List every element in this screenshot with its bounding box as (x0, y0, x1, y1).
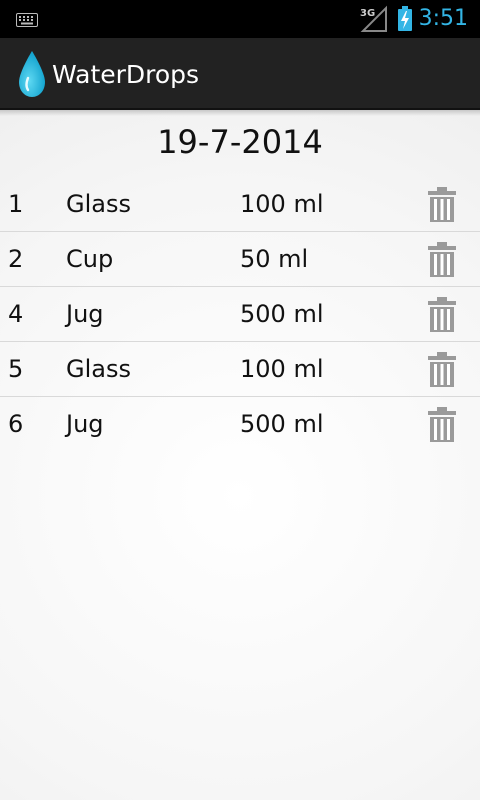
entry-id: 5 (8, 355, 24, 383)
entry-volume: 500 ml (240, 300, 324, 328)
entry-volume: 100 ml (240, 355, 324, 383)
entry-volume: 100 ml (240, 190, 324, 218)
list-item: 1 Glass 100 ml (0, 177, 480, 232)
trash-icon[interactable] (428, 187, 456, 227)
water-drop-icon[interactable] (17, 50, 47, 102)
trash-icon[interactable] (428, 242, 456, 282)
entry-vessel: Jug (66, 300, 104, 328)
trash-icon[interactable] (428, 297, 456, 337)
entry-vessel: Jug (66, 410, 104, 438)
entry-vessel: Cup (66, 245, 114, 273)
list-item: 2 Cup 50 ml (0, 232, 480, 287)
trash-icon[interactable] (428, 352, 456, 392)
keyboard-icon (16, 12, 38, 31)
entry-id: 4 (8, 300, 24, 328)
entry-id: 6 (8, 410, 24, 438)
entry-volume: 500 ml (240, 410, 324, 438)
battery-charging-icon (397, 6, 413, 36)
status-bar: 3G 3:51 (0, 0, 480, 38)
app-title: WaterDrops (52, 60, 200, 89)
clock: 3:51 (418, 6, 468, 31)
entry-vessel: Glass (66, 355, 131, 383)
entry-vessel: Glass (66, 190, 131, 218)
entry-id: 1 (8, 190, 24, 218)
network-type: 3G (360, 8, 375, 19)
signal-icon: 3G (360, 5, 388, 37)
drink-list: 1 Glass 100 ml 2 Cup 50 ml 4 Jug 500 ml … (0, 177, 480, 452)
entry-id: 2 (8, 245, 24, 273)
list-item: 4 Jug 500 ml (0, 287, 480, 342)
list-item: 6 Jug 500 ml (0, 397, 480, 452)
date-heading: 19-7-2014 (157, 123, 323, 161)
trash-icon[interactable] (428, 407, 456, 447)
action-bar-shadow (0, 110, 480, 116)
list-item: 5 Glass 100 ml (0, 342, 480, 397)
action-bar: WaterDrops (0, 38, 480, 110)
entry-volume: 50 ml (240, 245, 309, 273)
